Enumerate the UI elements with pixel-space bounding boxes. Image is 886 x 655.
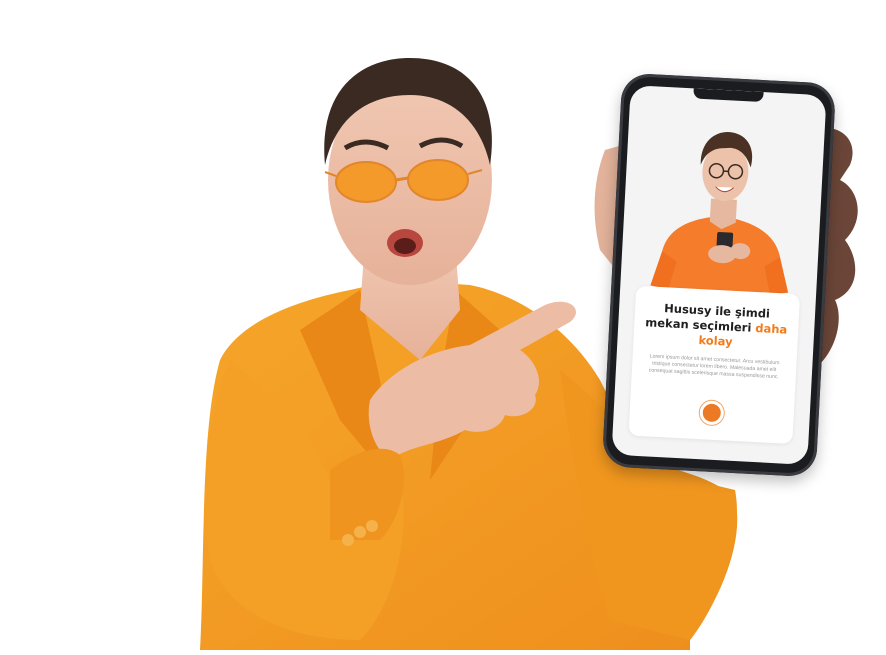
smartphone: Hususy ile şimdi mekan seçimleri daha ko… — [601, 72, 837, 478]
headline-text: Hususy ile şimdi mekan seçimleri — [645, 301, 771, 335]
card-headline: Hususy ile şimdi mekan seçimleri daha ko… — [641, 300, 791, 353]
next-button[interactable] — [698, 399, 726, 427]
phone-screen: Hususy ile şimdi mekan seçimleri daha ko… — [611, 85, 827, 465]
next-button-dot — [702, 403, 722, 423]
card-body-text: Lorem ipsum dolor sit amet consectetur. … — [648, 353, 780, 381]
onboarding-card: Hususy ile şimdi mekan seçimleri daha ko… — [628, 285, 801, 445]
phone-notch — [693, 88, 764, 103]
man-with-phone-photo — [650, 132, 789, 308]
